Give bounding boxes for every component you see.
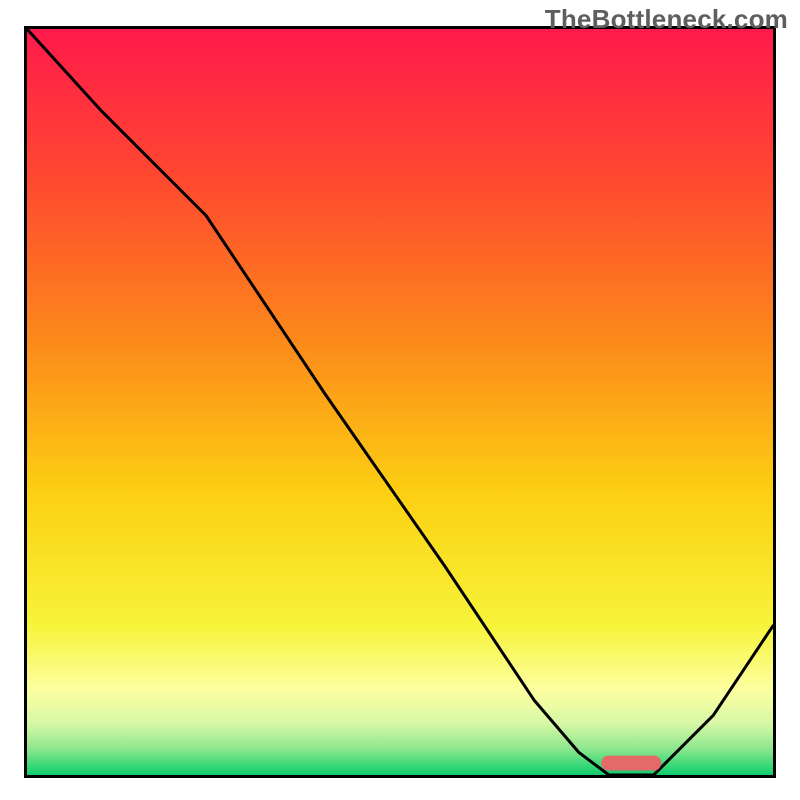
chart-background [27, 29, 773, 775]
chart-container: { "watermark": "TheBottleneck.com", "col… [0, 0, 800, 800]
target-marker [601, 756, 661, 771]
chart-svg [27, 29, 773, 775]
chart-canvas [27, 29, 773, 775]
watermark-text: TheBottleneck.com [545, 4, 788, 35]
chart-area [24, 26, 776, 778]
